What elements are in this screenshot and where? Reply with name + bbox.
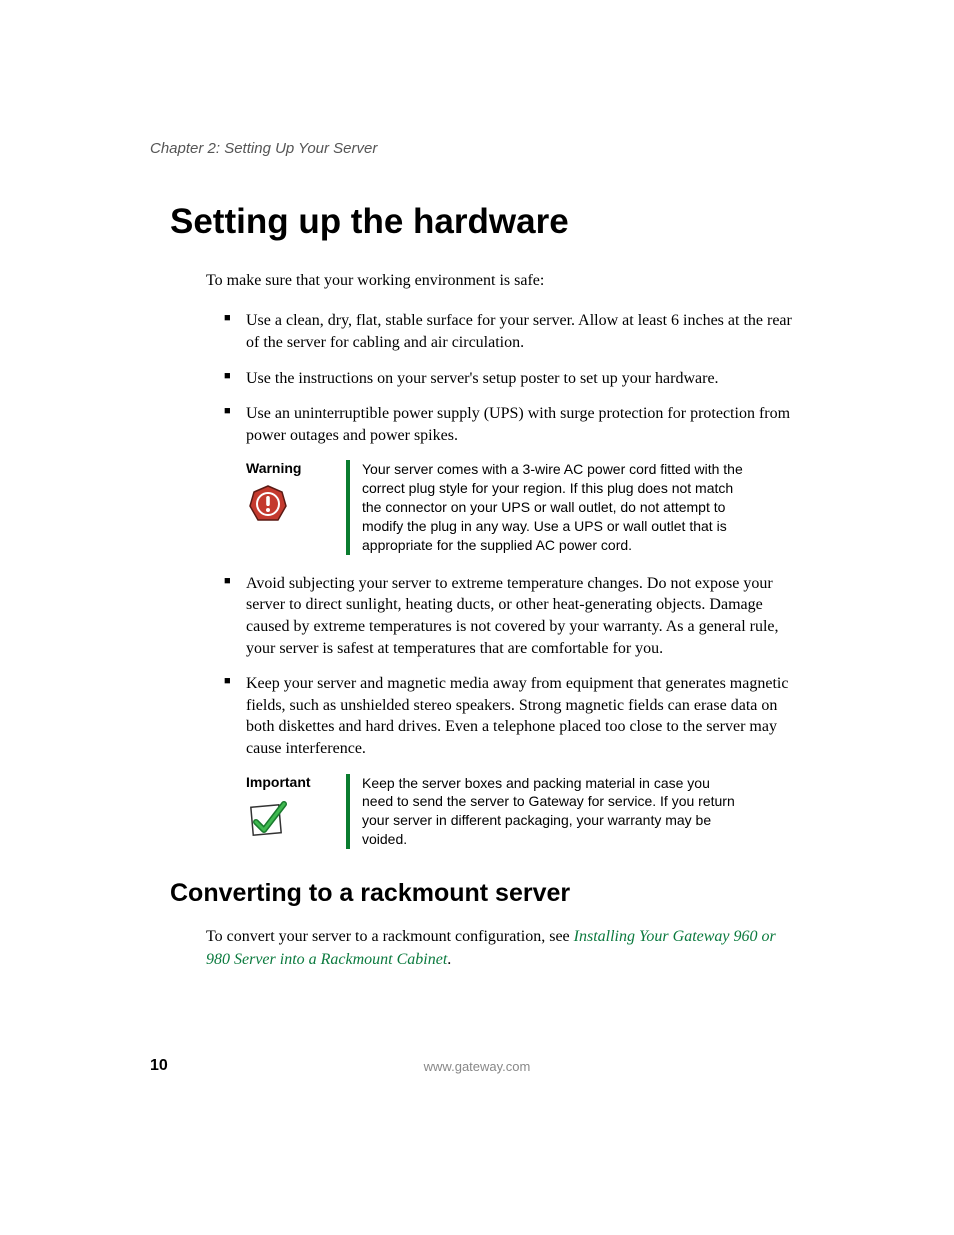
section-heading: Converting to a rackmount server — [170, 879, 804, 908]
list-item: Keep your server and magnetic media away… — [228, 673, 794, 759]
warning-icon — [246, 482, 290, 526]
list-item: Avoid subjecting your server to extreme … — [228, 573, 794, 659]
important-text: Keep the server boxes and packing materi… — [362, 774, 744, 850]
convert-suffix: . — [447, 951, 451, 968]
warning-callout-left: Warning — [246, 460, 346, 554]
bullet-list-bottom: Avoid subjecting your server to extreme … — [228, 573, 794, 760]
warning-callout: Warning Your server comes with a 3-wire … — [246, 460, 744, 554]
footer-url: www.gateway.com — [424, 1059, 531, 1074]
page-footer: 10 www.gateway.com — [150, 1057, 804, 1075]
important-label: Important — [246, 774, 311, 790]
page-number: 10 — [150, 1057, 168, 1075]
chapter-header: Chapter 2: Setting Up Your Server — [150, 140, 804, 157]
list-item: Use a clean, dry, flat, stable surface f… — [228, 310, 794, 353]
list-item: Use the instructions on your server's se… — [228, 368, 794, 390]
warning-text: Your server comes with a 3-wire AC power… — [362, 460, 744, 554]
checkmark-icon — [246, 796, 290, 840]
warning-label: Warning — [246, 460, 301, 476]
page-title: Setting up the hardware — [170, 202, 804, 242]
intro-paragraph: To make sure that your working environme… — [206, 270, 804, 292]
convert-prefix: To convert your server to a rackmount co… — [206, 928, 574, 945]
convert-paragraph: To convert your server to a rackmount co… — [206, 926, 794, 971]
list-item: Use an uninterruptible power supply (UPS… — [228, 403, 794, 446]
callout-divider — [346, 460, 350, 554]
callout-divider — [346, 774, 350, 850]
important-callout-left: Important — [246, 774, 346, 850]
bullet-list-top: Use a clean, dry, flat, stable surface f… — [228, 310, 794, 446]
important-callout: Important Keep the server boxes and pack… — [246, 774, 744, 850]
